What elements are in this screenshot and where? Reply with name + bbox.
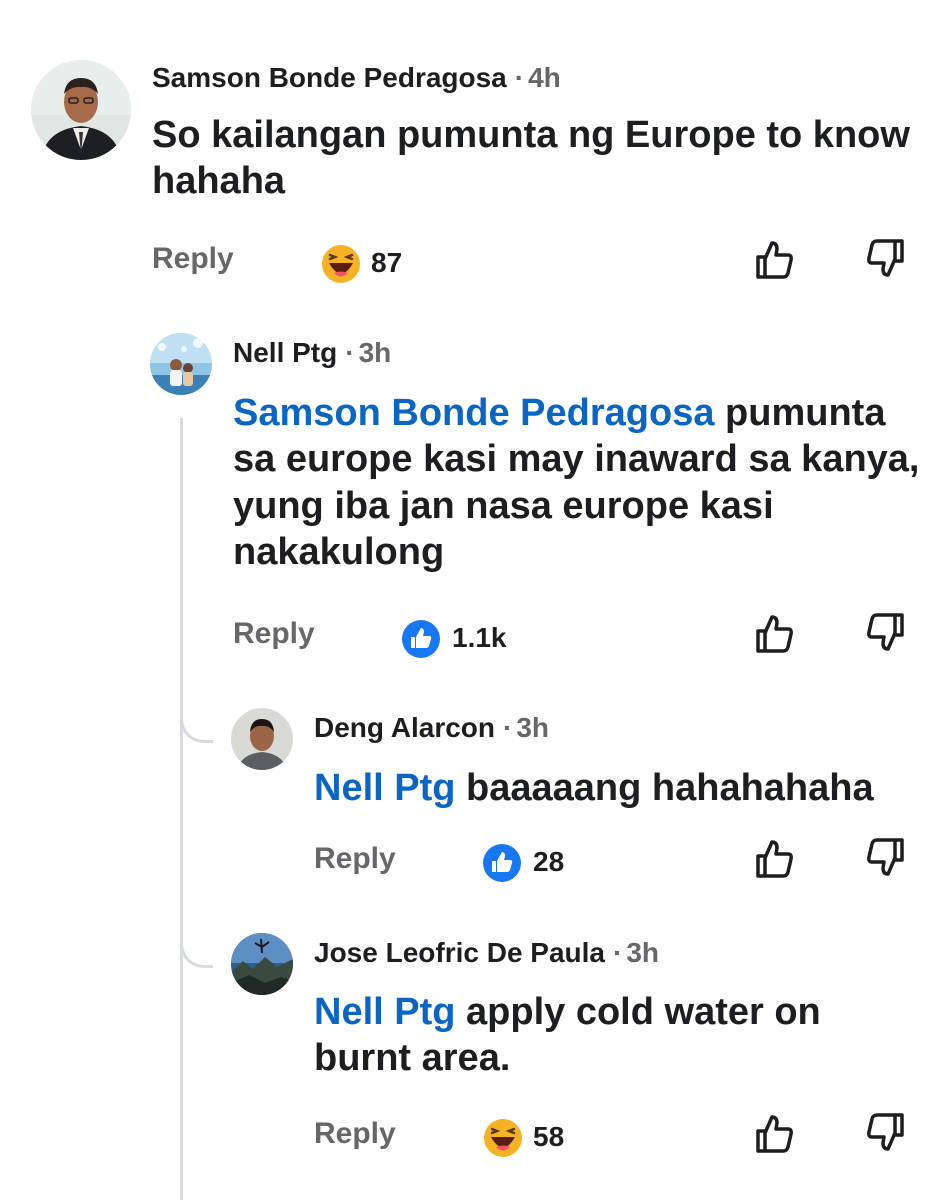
downvote-icon[interactable] (864, 611, 908, 655)
comment-text-line: hahaha (152, 160, 286, 203)
downvote-icon[interactable] (864, 836, 908, 880)
thread-line (180, 418, 183, 1200)
mention-link[interactable]: Nell Ptg (314, 767, 455, 809)
separator-dot: · (503, 712, 513, 743)
upvote-icon[interactable] (752, 836, 796, 880)
comment-text-line: burnt area. (314, 1037, 511, 1080)
comment-author-row: Nell Ptg · 3h (233, 337, 391, 369)
reply-button[interactable]: Reply (233, 617, 315, 651)
comment-text-line: yung iba jan nasa europe kasi (233, 484, 774, 527)
comment-text-line: sa europe kasi may inaward sa kanya, (233, 438, 920, 481)
comment-time[interactable]: 3h (626, 937, 659, 968)
avatar[interactable] (231, 708, 293, 770)
comment-time[interactable]: 4h (528, 62, 561, 93)
upvote-icon[interactable] (752, 611, 796, 655)
reply-button[interactable]: Reply (152, 242, 234, 276)
comment-text: baaaaang hahahahaha (455, 767, 874, 809)
comment-time[interactable]: 3h (516, 712, 549, 743)
comment-time[interactable]: 3h (359, 337, 392, 368)
separator-dot: · (514, 62, 525, 93)
comment-body: Samson Bonde Pedragosa pumunta sa europe… (233, 390, 920, 575)
comment-text-line: Nell Ptg apply cold water on (314, 989, 821, 1035)
like-icon[interactable] (401, 619, 441, 659)
avatar[interactable] (150, 333, 212, 395)
separator-dot: · (613, 937, 623, 968)
mention-link[interactable]: Nell Ptg (314, 991, 455, 1033)
comment-text: apply cold water on (455, 991, 821, 1033)
comment-body: Nell Ptg baaaaang hahahahaha (314, 765, 874, 811)
reaction-count[interactable]: 58 (533, 1121, 564, 1153)
haha-emoji-icon[interactable] (483, 1118, 523, 1158)
comment-body: So kailangan pumunta ng Europe to know h… (152, 112, 910, 205)
comment-author[interactable]: Jose Leofric De Paula (314, 937, 605, 968)
thread-connector (180, 710, 213, 743)
avatar[interactable] (231, 933, 293, 995)
thread-connector (180, 935, 213, 968)
reply-button[interactable]: Reply (314, 842, 396, 876)
avatar[interactable] (31, 60, 131, 160)
reply-button[interactable]: Reply (314, 1117, 396, 1151)
comment-author-row: Samson Bonde Pedragosa · 4h (152, 62, 561, 94)
comment-author-row: Jose Leofric De Paula · 3h (314, 937, 659, 969)
separator-dot: · (345, 337, 355, 368)
comment-text-line: So kailangan pumunta ng Europe to know (152, 114, 910, 156)
comment-author[interactable]: Deng Alarcon (314, 712, 495, 743)
upvote-icon[interactable] (752, 1111, 796, 1155)
comment-author[interactable]: Nell Ptg (233, 337, 337, 368)
comment-text-line: Samson Bonde Pedragosa pumunta (233, 390, 920, 436)
mention-link[interactable]: Samson Bonde Pedragosa (233, 392, 714, 434)
downvote-icon[interactable] (864, 1111, 908, 1155)
haha-emoji-icon[interactable] (321, 244, 361, 284)
comment-text-line: nakakulong (233, 531, 445, 574)
reaction-count[interactable]: 28 (533, 846, 564, 878)
comment-body: Nell Ptg apply cold water on burnt area. (314, 989, 821, 1082)
reaction-count[interactable]: 87 (371, 247, 402, 279)
upvote-icon[interactable] (752, 237, 796, 281)
downvote-icon[interactable] (864, 237, 908, 281)
reaction-count[interactable]: 1.1k (452, 622, 507, 654)
comment-author[interactable]: Samson Bonde Pedragosa (152, 62, 507, 93)
like-icon[interactable] (482, 843, 522, 883)
comment-text-line: Nell Ptg baaaaang hahahahaha (314, 765, 874, 811)
comment-text: pumunta (714, 392, 886, 434)
comment-author-row: Deng Alarcon · 3h (314, 712, 549, 744)
